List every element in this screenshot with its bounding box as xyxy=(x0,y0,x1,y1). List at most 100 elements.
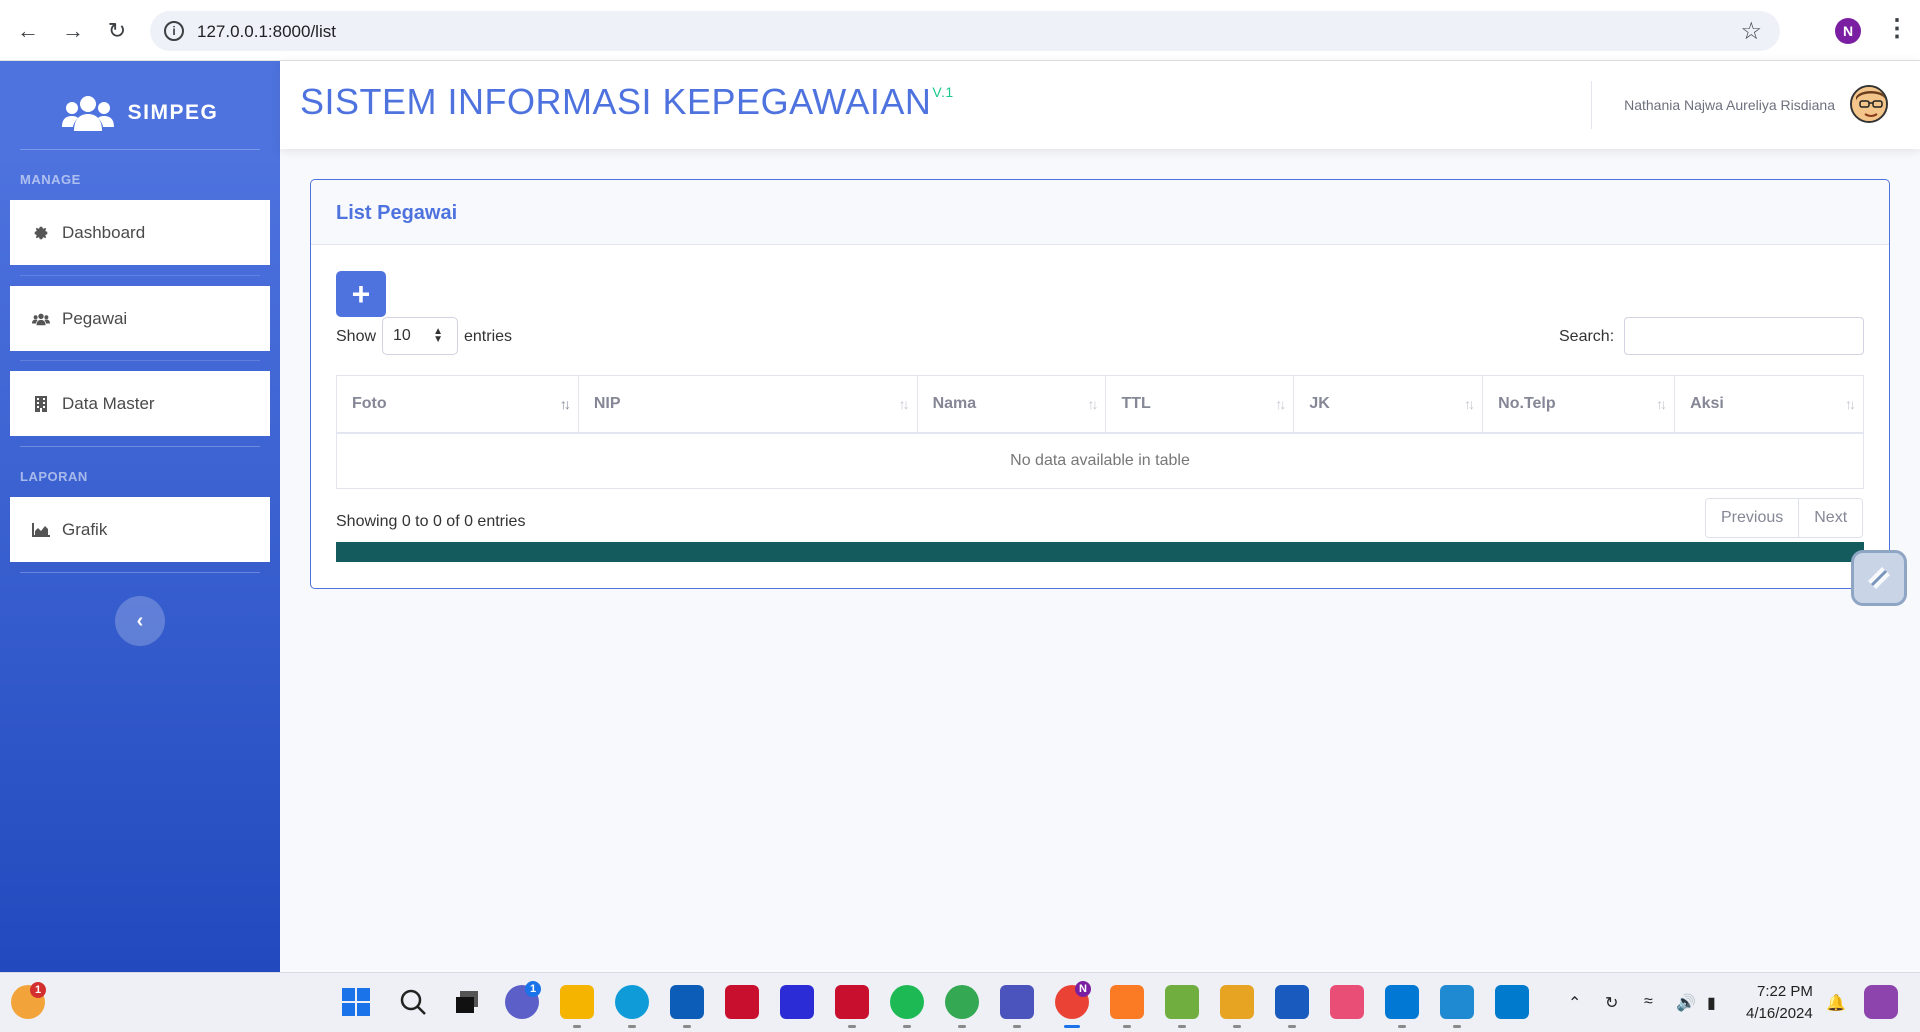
topbar: SISTEM INFORMASI KEPEGAWAIANV.1 Nathania… xyxy=(280,61,1920,149)
copilot-icon[interactable] xyxy=(1864,985,1898,1019)
pagination: Previous Next xyxy=(1705,498,1864,538)
column-header-label: TTL xyxy=(1121,394,1151,412)
chrome-profile-badge: N xyxy=(1075,981,1091,997)
column-header-aksi[interactable]: Aksi ↑↓ xyxy=(1674,375,1864,434)
folder-app-icon[interactable] xyxy=(1220,985,1254,1019)
column-header-nip[interactable]: NIP ↑↓ xyxy=(578,375,918,434)
page-title: SISTEM INFORMASI KEPEGAWAIANV.1 xyxy=(300,81,954,123)
empty-table-message: No data available in table xyxy=(1010,451,1190,469)
battery-icon[interactable]: ▮ xyxy=(1707,993,1716,1013)
sidebar-item-grafik[interactable]: Grafik xyxy=(10,497,270,562)
search-icon[interactable] xyxy=(396,985,430,1019)
teams-icon[interactable] xyxy=(1000,985,1034,1019)
chevron-up-icon[interactable]: ⌃ xyxy=(1568,993,1581,1013)
notepad-plus-icon[interactable] xyxy=(1165,985,1199,1019)
sort-icon: ↑↓ xyxy=(1464,396,1475,412)
list-card: List Pegawai + Show 10 ▲ ▼ entries Search… xyxy=(310,179,1890,589)
running-indicator xyxy=(1233,1025,1241,1028)
url-text[interactable]: 127.0.0.1:8000/list xyxy=(197,22,336,42)
column-header-label: Nama xyxy=(932,394,977,412)
next-button[interactable]: Next xyxy=(1798,499,1863,537)
column-header-nama[interactable]: Nama ↑↓ xyxy=(917,375,1107,434)
floating-widget-icon[interactable] xyxy=(1851,550,1907,606)
active-indicator xyxy=(1064,1025,1080,1028)
mcafee-icon[interactable] xyxy=(725,985,759,1019)
address-bar[interactable]: i 127.0.0.1:8000/list ☆ xyxy=(150,11,1780,51)
sidebar-brand[interactable]: SIMPEG xyxy=(0,81,280,145)
column-header-ttl[interactable]: TTL ↑↓ xyxy=(1105,375,1295,434)
table-row: No data available in table xyxy=(337,433,1864,489)
running-indicator xyxy=(1013,1025,1021,1028)
windows-start-icon[interactable] xyxy=(339,985,373,1019)
card-header: List Pegawai xyxy=(311,180,1889,245)
task-view-icon[interactable] xyxy=(450,985,484,1019)
app-title-text: SISTEM INFORMASI KEPEGAWAIAN xyxy=(300,81,932,122)
sidebar-item-dashboard[interactable]: Dashboard xyxy=(10,200,270,265)
photos-icon[interactable] xyxy=(1385,985,1419,1019)
column-header-no-telp[interactable]: No.Telp ↑↓ xyxy=(1482,375,1676,434)
store-icon[interactable] xyxy=(670,985,704,1019)
sidebar-divider xyxy=(20,275,260,276)
notification-bell-icon[interactable]: 🔔 xyxy=(1826,993,1846,1013)
browser-menu-icon[interactable]: ⋮ xyxy=(1885,14,1909,43)
file-explorer-icon[interactable] xyxy=(560,985,594,1019)
back-icon[interactable]: ← xyxy=(14,17,42,45)
users-icon xyxy=(32,310,50,328)
site-info-icon[interactable]: i xyxy=(164,21,184,41)
brand-name: SIMPEG xyxy=(127,101,219,124)
search-input[interactable] xyxy=(1624,317,1864,355)
forward-icon[interactable]: → xyxy=(59,17,87,45)
sidebar-item-data-master[interactable]: Data Master xyxy=(10,371,270,436)
entries-select-value: 10 xyxy=(393,327,411,344)
search-label: Search: xyxy=(1559,328,1615,345)
browser-profile-avatar[interactable]: N xyxy=(1835,18,1861,44)
user-name[interactable]: Nathania Najwa Aureliya Risdiana xyxy=(1624,97,1835,113)
card-title: List Pegawai xyxy=(336,202,458,224)
previous-button[interactable]: Previous xyxy=(1706,499,1799,537)
notepad-icon[interactable] xyxy=(1440,985,1474,1019)
horizontal-scrollbar[interactable] xyxy=(336,542,1864,562)
sort-icon: ↑↓ xyxy=(1845,396,1856,412)
word-icon[interactable] xyxy=(1275,985,1309,1019)
sidebar-divider xyxy=(20,572,260,573)
column-header-label: Aksi xyxy=(1690,394,1724,412)
git-icon[interactable] xyxy=(1330,985,1364,1019)
sort-icon: ↑↓ xyxy=(559,396,571,412)
sidebar-divider xyxy=(20,446,260,447)
running-indicator xyxy=(573,1025,581,1028)
apps-icon[interactable] xyxy=(780,985,814,1019)
chrome-icon[interactable] xyxy=(945,985,979,1019)
sidebar-item-label: Pegawai xyxy=(62,308,128,328)
table-header-row: Foto ↑↓ NIP ↑↓ Nama ↑↓ TTL ↑↓ JK ↑↓ No.Telp ↑↓… xyxy=(336,375,1864,434)
running-indicator xyxy=(1398,1025,1406,1028)
version-badge: V.1 xyxy=(932,84,954,100)
chat-badge: 1 xyxy=(525,981,541,997)
show-label: Show xyxy=(336,328,377,345)
sidebar-item-label: Dashboard xyxy=(62,222,146,242)
sidebar-heading-laporan: LAPORAN xyxy=(20,469,88,484)
clock-date[interactable]: 4/16/2024 xyxy=(1746,1005,1813,1022)
user-avatar[interactable] xyxy=(1850,85,1888,123)
wifi-icon[interactable]: ≈ xyxy=(1644,993,1653,1011)
running-indicator xyxy=(1288,1025,1296,1028)
sidebar-divider xyxy=(20,149,260,150)
clock-time[interactable]: 7:22 PM xyxy=(1757,983,1813,1000)
volume-icon[interactable]: 🔊 xyxy=(1676,993,1696,1013)
add-employee-button[interactable]: + xyxy=(336,271,386,317)
mcafee-security-icon[interactable] xyxy=(835,985,869,1019)
sync-icon[interactable]: ↻ xyxy=(1605,993,1618,1013)
sort-icon: ↑↓ xyxy=(1087,396,1098,412)
spotify-icon[interactable] xyxy=(890,985,924,1019)
reload-icon[interactable]: ↻ xyxy=(103,17,131,45)
entries-select[interactable]: 10 ▲ ▼ xyxy=(382,317,458,355)
column-header-jk[interactable]: JK ↑↓ xyxy=(1293,375,1484,434)
bookmark-star-icon[interactable]: ☆ xyxy=(1740,17,1762,46)
sidebar-item-pegawai[interactable]: Pegawai xyxy=(10,286,270,351)
edge-icon[interactable] xyxy=(615,985,649,1019)
column-header-foto[interactable]: Foto ↑↓ xyxy=(336,375,579,434)
sidebar-toggle-button[interactable]: ‹ xyxy=(115,596,165,646)
vscode-icon[interactable] xyxy=(1495,985,1529,1019)
running-indicator xyxy=(848,1025,856,1028)
column-header-label: No.Telp xyxy=(1498,394,1556,412)
xampp-icon[interactable] xyxy=(1110,985,1144,1019)
